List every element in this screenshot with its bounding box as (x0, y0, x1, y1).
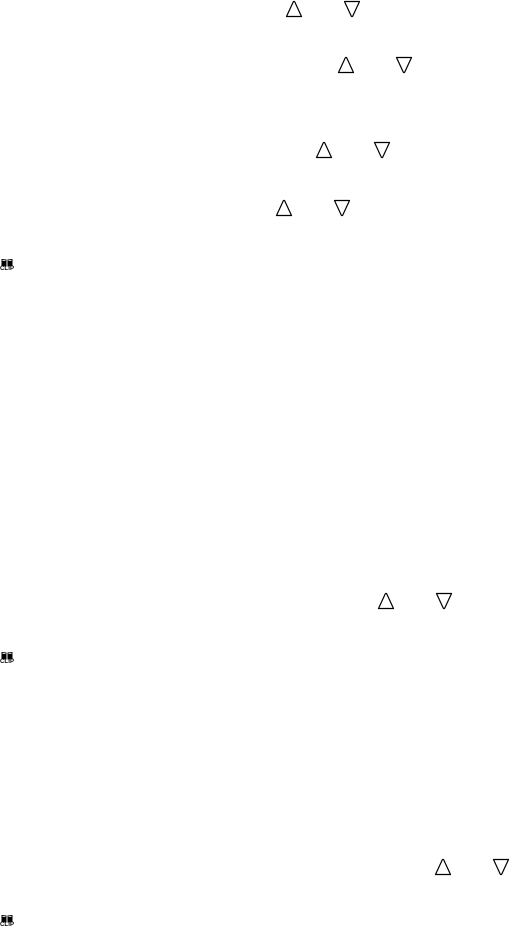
upvote-button[interactable] (275, 199, 293, 217)
clip-button[interactable]: CLIP (0, 651, 22, 671)
downvote-button[interactable] (435, 592, 453, 610)
vote-control (275, 199, 355, 217)
downvote-button[interactable] (333, 199, 351, 217)
downvote-button[interactable] (395, 56, 413, 74)
upvote-button[interactable] (434, 858, 452, 876)
upvote-button[interactable] (315, 141, 333, 159)
downvote-button[interactable] (492, 858, 510, 876)
upvote-arrow-icon (377, 592, 395, 610)
downvote-arrow-icon (395, 56, 413, 74)
upvote-button[interactable] (285, 0, 303, 18)
clip-button[interactable]: CLIP (0, 914, 22, 934)
vote-control (337, 56, 417, 74)
downvote-arrow-icon (373, 141, 391, 159)
clip-label: CLIP (0, 922, 15, 928)
clip-label: CLIP (0, 266, 15, 272)
clip-button[interactable]: CLIP (0, 258, 22, 278)
downvote-arrow-icon (492, 858, 510, 876)
upvote-arrow-icon (337, 56, 355, 74)
downvote-button[interactable] (343, 0, 361, 18)
upvote-button[interactable] (337, 56, 355, 74)
downvote-arrow-icon (343, 0, 361, 18)
clip-label: CLIP (0, 659, 15, 665)
downvote-arrow-icon (435, 592, 453, 610)
vote-control (285, 0, 365, 18)
upvote-button[interactable] (377, 592, 395, 610)
upvote-arrow-icon (315, 141, 333, 159)
upvote-arrow-icon (434, 858, 452, 876)
upvote-arrow-icon (285, 0, 303, 18)
vote-control (315, 141, 395, 159)
upvote-arrow-icon (275, 199, 293, 217)
vote-control (434, 858, 514, 876)
vote-control (377, 592, 457, 610)
downvote-button[interactable] (373, 141, 391, 159)
downvote-arrow-icon (333, 199, 351, 217)
